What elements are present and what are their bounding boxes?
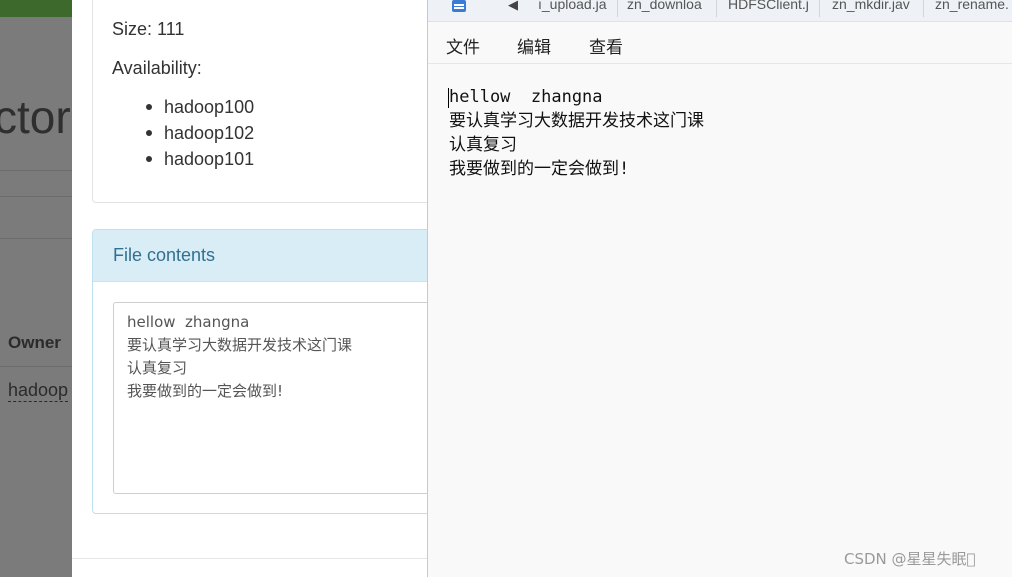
editor-content[interactable]: hellow zhangna 要认真学习大数据开发技术这门课 认真复习 我要做到… [449, 85, 704, 181]
file-information-modal: Size: 111 Availability: hadoop100 hadoop… [72, 0, 452, 577]
file-contents-title: File contents [113, 245, 216, 265]
owner-column-header: Owner [8, 333, 61, 352]
file-contents-textarea[interactable]: hellow zhangna 要认真学习大数据开发技术这门课 认真复习 我要做到… [113, 302, 451, 494]
file-size: Size: 111 [112, 19, 185, 39]
availability-list: hadoop100 hadoop102 hadoop101 [142, 95, 254, 173]
tab-download[interactable]: zn_downloa [621, 0, 717, 17]
menu-file[interactable]: 文件 [446, 33, 480, 58]
tab-hdfsclient[interactable]: HDFSClient.j [722, 0, 820, 17]
divider [0, 170, 80, 171]
notepad-document-icon [452, 0, 466, 12]
availability-item: hadoop101 [142, 147, 254, 173]
divider [0, 238, 80, 239]
text-editor[interactable]: hellow zhangna 要认真学习大数据开发技术这门课 认真复习 我要做到… [428, 64, 1012, 577]
navbar-strip [0, 0, 80, 17]
availability-item: hadoop102 [142, 121, 254, 147]
watermark: CSDN @星星失眠  [844, 550, 976, 568]
file-contents-panel: File contents hellow zhangna 要认真学习大数据开发技… [92, 229, 452, 514]
modal-footer-divider [72, 558, 432, 559]
tab-mkdir[interactable]: zn_mkdir.jav [826, 0, 924, 17]
owner-cell[interactable]: hadoop [8, 380, 69, 402]
tab-upload[interactable]: ı_upload.ja [532, 0, 618, 17]
divider [0, 366, 80, 367]
menu-view[interactable]: 查看 [589, 33, 623, 58]
divider [0, 196, 80, 197]
tab-rename[interactable]: zn_rename. [929, 0, 1012, 17]
menu-edit[interactable]: 编辑 [517, 33, 551, 58]
file-contents-header: File contents [93, 230, 451, 282]
page-title-fragment: ctor [0, 91, 71, 143]
availability-label: Availability: [112, 58, 202, 78]
notepad-window: ◀ ı_upload.ja zn_downloa HDFSClient.j zn… [427, 0, 1012, 577]
menu-bar: 文件 编辑 查看 [428, 22, 1012, 64]
tab-bar: ◀ ı_upload.ja zn_downloa HDFSClient.j zn… [428, 0, 1012, 22]
availability-item: hadoop100 [142, 95, 254, 121]
triangle-left-icon[interactable]: ◀ [508, 0, 518, 13]
